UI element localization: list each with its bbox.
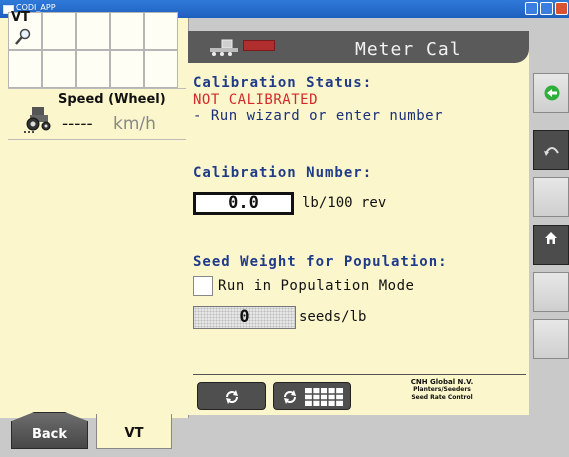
vt-tab[interactable]: VT (96, 414, 172, 449)
grid-cell[interactable] (110, 12, 144, 50)
grid-cell[interactable] (144, 50, 178, 88)
refresh-button[interactable] (197, 382, 266, 410)
calibration-status-hint: - Run wizard or enter number (193, 108, 444, 124)
previous-button[interactable] (533, 130, 569, 170)
tractor-icon (24, 107, 51, 133)
speed-value: ----- (62, 114, 93, 134)
refresh-icon (284, 390, 296, 404)
blank-button-1[interactable] (533, 177, 569, 217)
grid-cell[interactable] (76, 12, 110, 50)
grid-cell[interactable] (144, 12, 178, 50)
blank-button-2[interactable] (533, 272, 569, 312)
calibration-status-label: Calibration Status: (193, 75, 373, 91)
calibration-status-value: NOT CALIBRATED (193, 92, 319, 108)
accept-button[interactable] (533, 73, 569, 113)
minimize-button[interactable] (525, 2, 538, 15)
calibration-number-unit: lb/100 rev (302, 195, 387, 211)
info-line-1: CNH Global N.V. (410, 378, 474, 386)
population-mode-checkbox[interactable] (193, 276, 213, 296)
blank-button-3[interactable] (533, 319, 569, 359)
page-title: Meter Cal (355, 39, 462, 60)
vt-label: VT (11, 10, 30, 25)
seed-weight-label: Seed Weight for Population: (193, 254, 448, 270)
calibration-number-label: Calibration Number: (193, 165, 373, 181)
vt-grid (8, 12, 178, 88)
grid-cell[interactable] (42, 50, 76, 88)
seeds-per-lb-input[interactable]: 0 (193, 306, 296, 329)
green-arrow-icon (544, 85, 560, 101)
home-icon (545, 232, 557, 244)
speed-unit: km/h (113, 114, 156, 134)
refresh-grid-button[interactable] (273, 382, 351, 410)
grid-cell[interactable] (76, 50, 110, 88)
maximize-button[interactable] (540, 2, 553, 15)
seeds-per-lb-unit: seeds/lb (299, 309, 367, 325)
population-mode-label: Run in Population Mode (218, 278, 415, 294)
meter-indicator (243, 40, 275, 51)
home-button[interactable] (533, 225, 569, 265)
grid-cell[interactable] (8, 50, 42, 88)
grid-cell[interactable] (110, 50, 144, 88)
search-icon (15, 28, 31, 45)
info-line-3: Seed Rate Control (411, 394, 473, 401)
grid-cell[interactable] (42, 12, 76, 50)
planter-icon (210, 39, 238, 56)
cnh-info: CNH Global N.V. Planters/Seeders Seed Ra… (362, 378, 522, 408)
close-window-button[interactable] (555, 2, 568, 15)
back-arrow-icon (544, 147, 559, 156)
grid-icon (305, 388, 343, 406)
speed-label: Speed (Wheel) (58, 92, 166, 107)
back-tab[interactable]: Back (11, 412, 88, 449)
calibration-number-input[interactable]: 0.0 (193, 192, 294, 215)
info-line-2: Planters/Seeders (413, 386, 471, 393)
refresh-icon (226, 390, 238, 404)
